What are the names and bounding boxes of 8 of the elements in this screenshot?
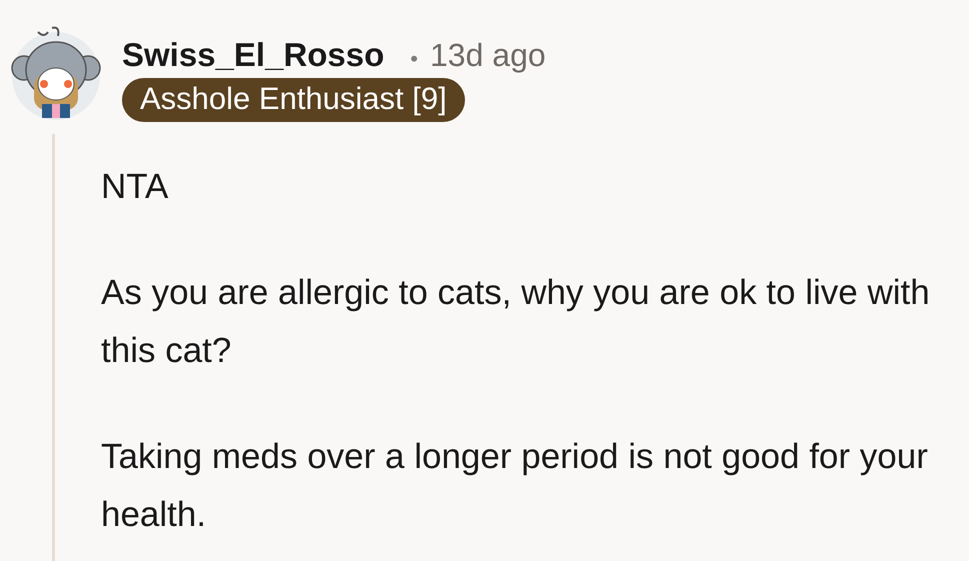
separator-dot: • [410,46,418,72]
username[interactable]: Swiss_El_Rosso [122,36,384,74]
thread-line[interactable] [52,134,55,561]
timestamp: 13d ago [430,37,546,74]
comment-paragraph: Taking meds over a longer period is not good for your health. [101,436,929,536]
comment-paragraph: As you are allergic to cats, why you are ok to live with this cat? [101,272,931,372]
user-flair: Asshole Enthusiast [9] [122,78,465,122]
comment-paragraph: NTA [101,166,170,208]
